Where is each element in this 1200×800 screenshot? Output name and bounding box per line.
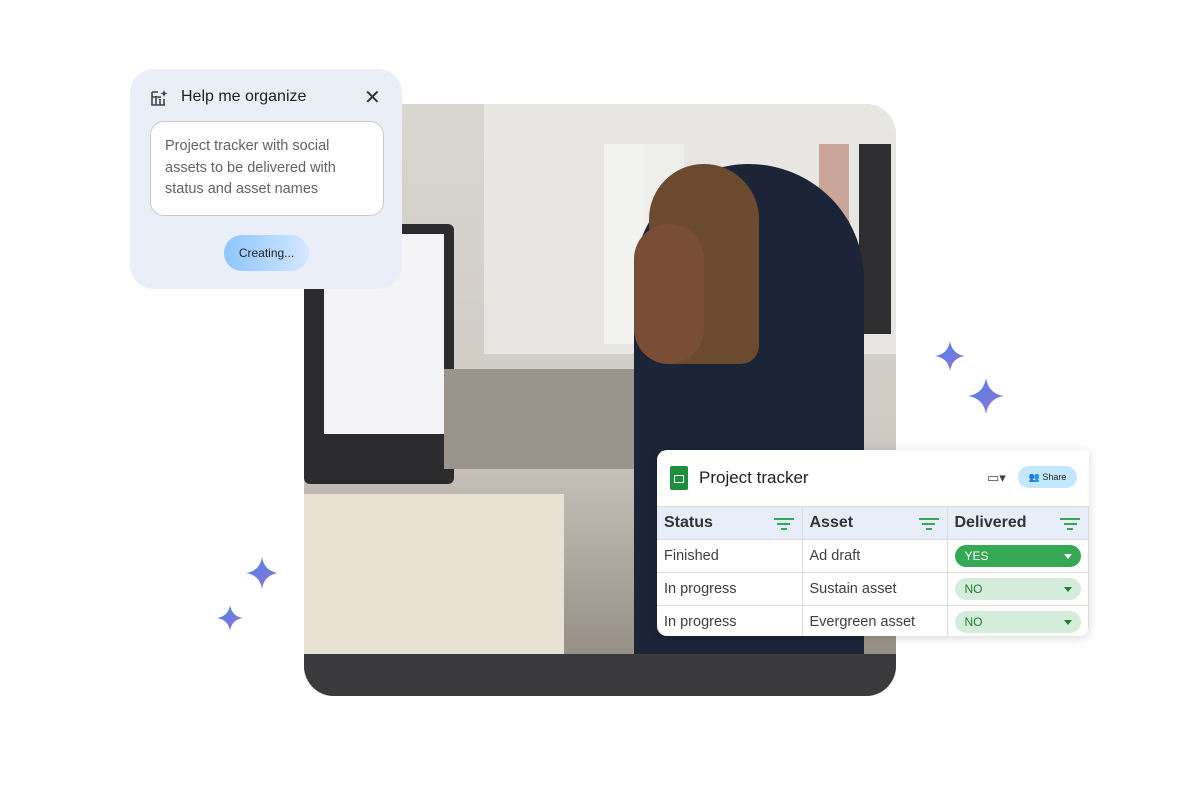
delivered-dropdown[interactable]: NO: [954, 611, 1081, 633]
column-header-delivered[interactable]: Delivered: [946, 506, 1089, 540]
asset-cell[interactable]: Sustain asset: [801, 572, 948, 606]
share-button[interactable]: 👥 Share: [1018, 466, 1077, 488]
status-cell[interactable]: In progress: [657, 572, 803, 606]
column-header-status[interactable]: Status: [657, 506, 803, 540]
filter-icon[interactable]: [1060, 518, 1080, 533]
people-icon: 👥: [1028, 472, 1040, 482]
asset-cell[interactable]: Ad draft: [801, 539, 948, 573]
table-row: In progress Evergreen asset NO: [657, 605, 1089, 636]
tracker-table: Status Asset Delivered Finished Ad draft…: [657, 506, 1089, 636]
delivered-cell[interactable]: YES: [946, 539, 1089, 573]
share-label: Share: [1042, 472, 1067, 482]
sheet-title: Project tracker: [699, 468, 809, 487]
sparkle-icon: [935, 341, 965, 371]
delivered-cell[interactable]: NO: [946, 605, 1089, 636]
status-cell[interactable]: Finished: [657, 539, 803, 573]
card-title: Help me organize: [181, 88, 307, 105]
delivered-cell[interactable]: NO: [946, 572, 1089, 606]
table-row: In progress Sustain asset NO: [657, 572, 1089, 606]
table-sparkle-icon: [151, 90, 168, 106]
table-row: Finished Ad draft YES: [657, 539, 1089, 573]
video-call-icon[interactable]: ▭▾: [987, 470, 1006, 486]
close-icon[interactable]: ✕: [364, 85, 381, 110]
creating-button[interactable]: Creating...: [224, 235, 309, 271]
sheets-logo-icon: [670, 466, 688, 490]
asset-cell[interactable]: Evergreen asset: [801, 605, 948, 636]
column-header-asset[interactable]: Asset: [801, 506, 948, 540]
sparkle-icon: [246, 557, 278, 589]
project-tracker-sheet: Project tracker ▭▾ 👥 Share Status Asset …: [657, 450, 1089, 636]
sparkle-icon: [968, 378, 1004, 414]
filter-icon[interactable]: [773, 518, 794, 533]
delivered-dropdown[interactable]: YES: [954, 545, 1081, 567]
sparkle-icon: [217, 605, 243, 631]
help-me-organize-card: Help me organize ✕ Project tracker with …: [130, 69, 402, 289]
prompt-input[interactable]: Project tracker with social assets to be…: [150, 121, 384, 216]
status-cell[interactable]: In progress: [657, 605, 803, 636]
header-row: Status Asset Delivered: [657, 506, 1089, 540]
delivered-dropdown[interactable]: NO: [954, 578, 1081, 600]
filter-icon[interactable]: [918, 518, 939, 533]
